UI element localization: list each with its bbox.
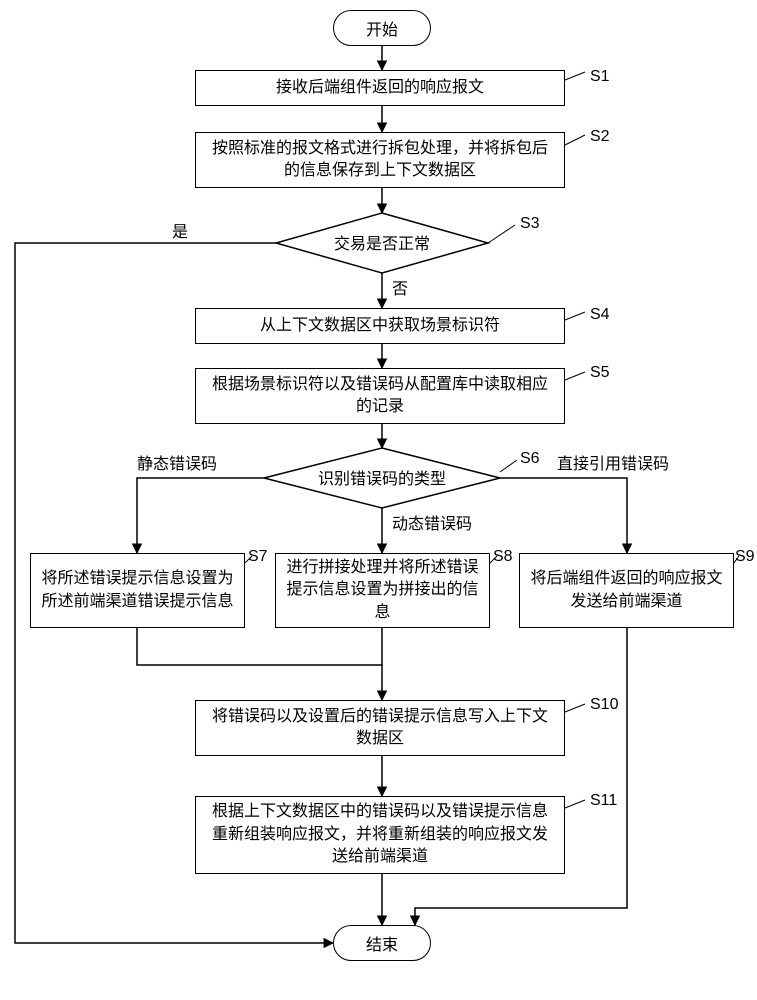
s3-text: 交易是否正常 bbox=[334, 235, 430, 253]
s6-text: 识别错误码的类型 bbox=[318, 470, 446, 488]
flow-connectors: 交易是否正常 识别错误码的类型 bbox=[0, 0, 757, 1000]
